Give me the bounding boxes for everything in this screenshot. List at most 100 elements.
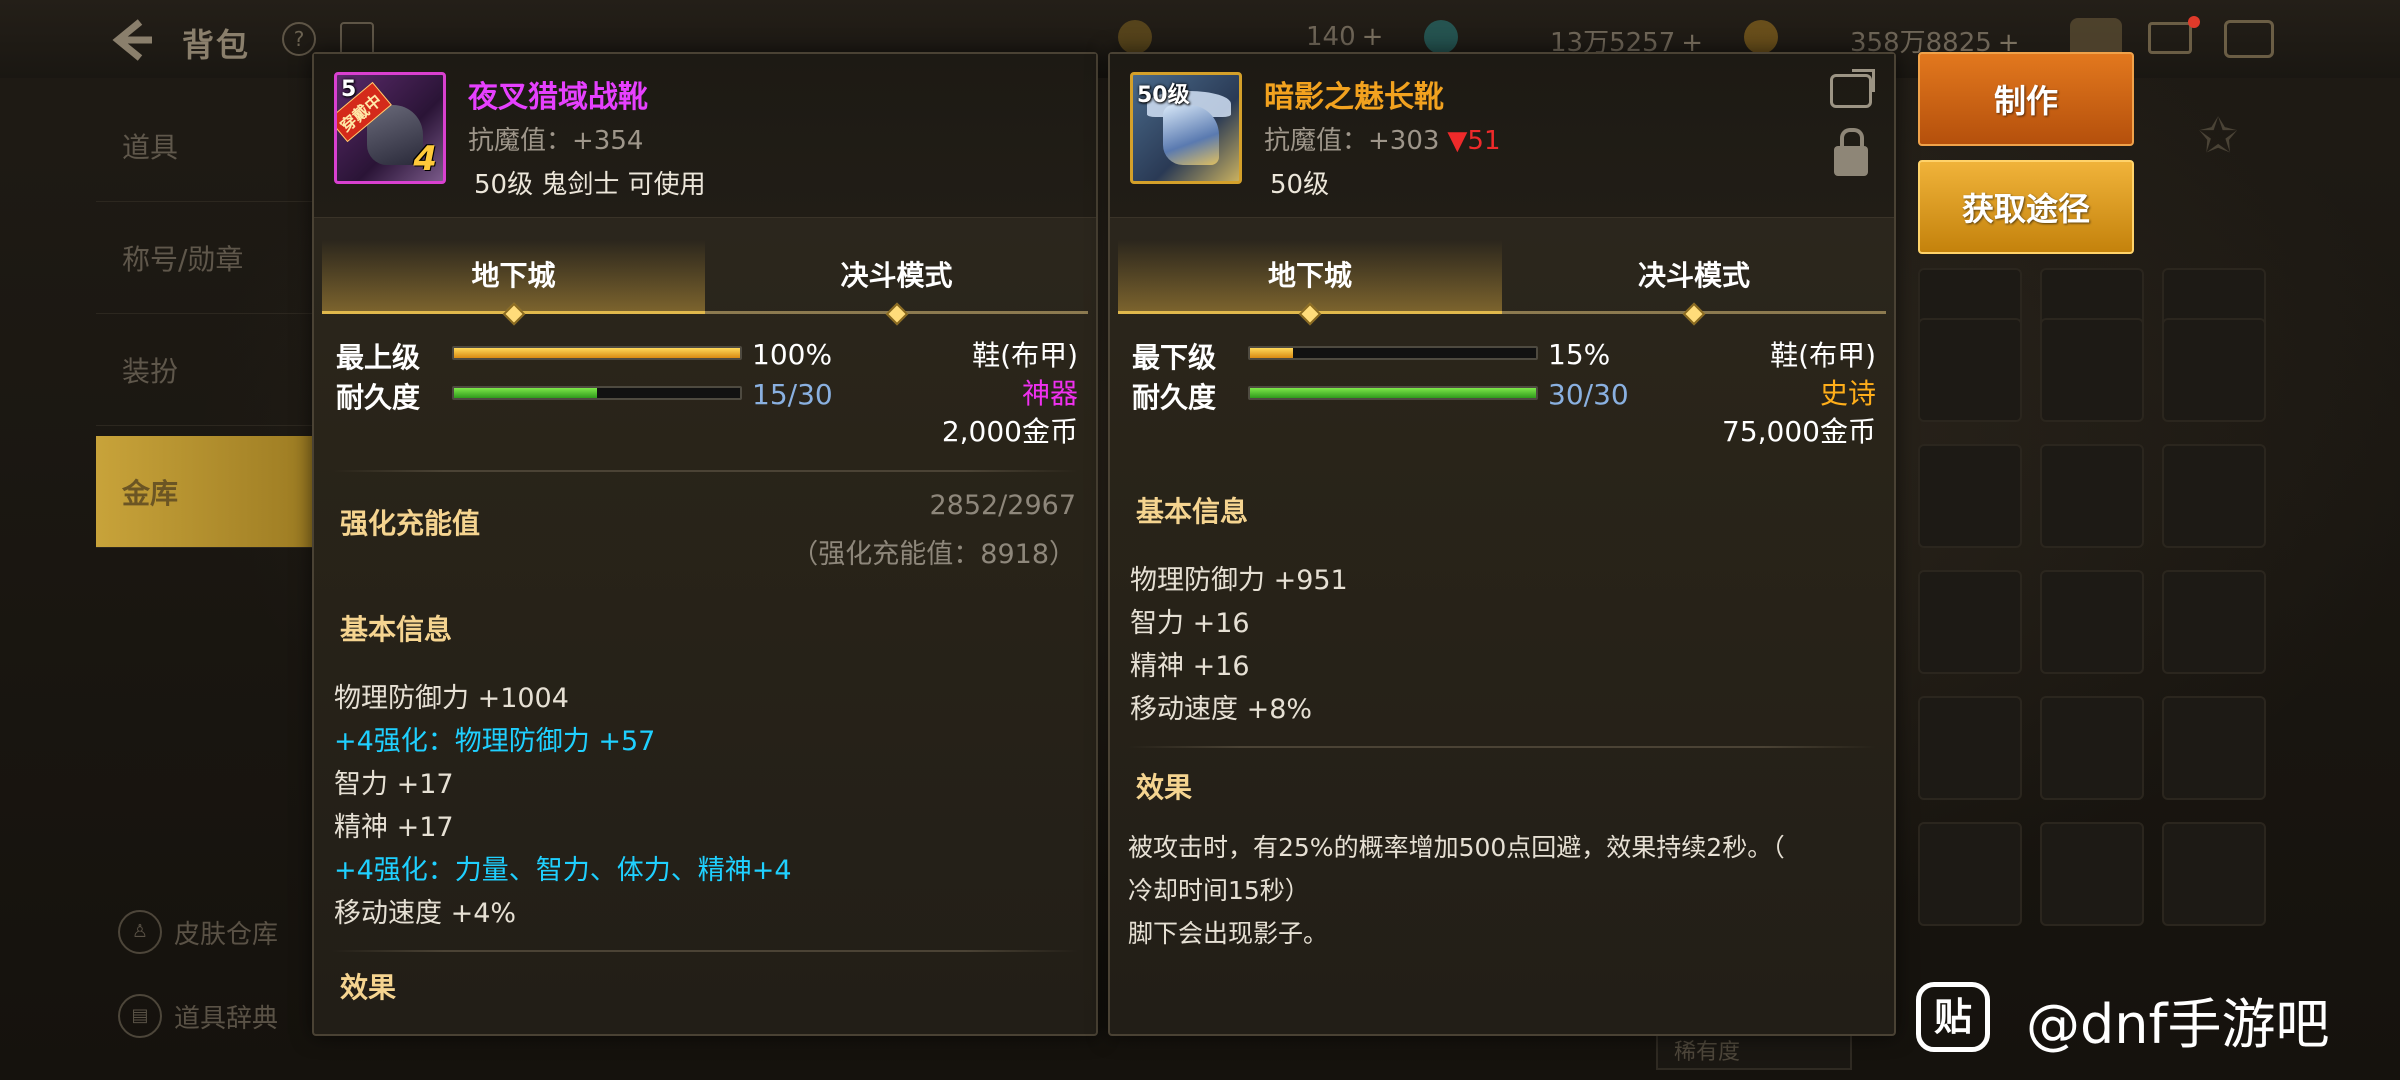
- stat-line: 智力 +16: [1130, 608, 1250, 639]
- enhance-level-badge: 4: [413, 139, 437, 179]
- sell-price: 75,000金币: [1722, 415, 1876, 448]
- sidebar-item-label: 道具: [122, 130, 179, 164]
- resist-diff: ▼51: [1447, 126, 1501, 156]
- inventory-slot[interactable]: [2162, 570, 2266, 674]
- item-header: 50级 暗影之魅长靴 抗魔值：+303 ▼51 50级: [1110, 54, 1894, 218]
- inventory-slot[interactable]: [1918, 570, 2022, 674]
- boot-icon: [1163, 105, 1219, 165]
- tab-pvp[interactable]: 决斗模式: [705, 240, 1088, 326]
- stat-line: 物理防御力 +1004: [334, 683, 569, 714]
- stat-line: 物理防御力 +951: [1130, 565, 1348, 596]
- durability-label: 耐久度: [336, 381, 421, 414]
- watermark-text: @dnf手游吧: [2026, 993, 2330, 1056]
- item-header: 5 穿戴中 4 夜叉猎域战靴 抗魔值：+354 50级 鬼剑士 可使用: [314, 54, 1096, 218]
- sidebar-item-vault[interactable]: 金库: [96, 436, 314, 548]
- magic-resist: 抗魔值：+354: [468, 126, 644, 156]
- resource-1: 140 +: [1306, 22, 1384, 52]
- inventory-slot[interactable]: [1918, 696, 2022, 800]
- divider: [1128, 746, 1876, 748]
- inventory-slot[interactable]: [2162, 822, 2266, 926]
- sidebar-item-titles[interactable]: 称号/勋章: [96, 202, 314, 314]
- skin-storage-button[interactable]: ♙ 皮肤仓库: [118, 910, 278, 954]
- item-icon: 5 穿戴中 4: [334, 72, 446, 184]
- mail-icon[interactable]: [2148, 22, 2192, 54]
- tab-dungeon[interactable]: 地下城: [1118, 240, 1502, 326]
- sell-price: 2,000金币: [941, 415, 1078, 448]
- charge-note: （强化充能值：8918）: [791, 539, 1076, 570]
- item-icon: 50级: [1130, 72, 1242, 184]
- effect-line: 冷却时间15秒）: [1128, 876, 1310, 905]
- effect-title: 效果: [340, 971, 397, 1004]
- inventory-slot[interactable]: [2040, 444, 2144, 548]
- compared-item-tooltip: 50级 暗影之魅长靴 抗魔值：+303 ▼51 50级 地下城 决斗模式 最下级 …: [1108, 52, 1896, 1036]
- skin-storage-label: 皮肤仓库: [174, 919, 279, 950]
- magic-resist: 抗魔值：+303 ▼51: [1264, 120, 1501, 157]
- item-dictionary-label: 道具辞典: [174, 1003, 279, 1034]
- chat-icon[interactable]: [2224, 20, 2274, 58]
- tab-label: 地下城: [1267, 259, 1352, 292]
- rarity-grade: 神器: [1021, 377, 1078, 410]
- stat-line: 精神 +17: [334, 812, 454, 843]
- coin-icon: [1118, 20, 1152, 54]
- obtain-source-button[interactable]: 获取途径: [1918, 160, 2134, 254]
- charge-title: 强化充能值: [340, 507, 481, 540]
- basic-info-title: 基本信息: [1136, 495, 1249, 528]
- inventory-slot[interactable]: [2040, 318, 2144, 422]
- durability-bar: [1248, 386, 1538, 400]
- tab-diamond-icon: [1682, 302, 1706, 326]
- durability-bar: [452, 386, 742, 400]
- sidebar: 道具 称号/勋章 装扮 金库: [96, 90, 314, 548]
- share-icon[interactable]: [1830, 74, 1872, 108]
- item-name: 夜叉猎域战靴: [468, 80, 648, 115]
- level-tag: 50级: [1137, 83, 1190, 108]
- stat-line: 智力 +17: [334, 769, 454, 800]
- tab-dungeon[interactable]: 地下城: [322, 240, 705, 326]
- mode-tabs: 地下城 决斗模式: [1118, 240, 1886, 326]
- gem-icon: [1424, 20, 1458, 54]
- sidebar-item-items[interactable]: 道具: [96, 90, 314, 202]
- grade-bar-fill: [1250, 348, 1293, 358]
- durability-bar-fill: [1250, 388, 1536, 398]
- enhance-stat-line: +4强化：物理防御力 +57: [334, 726, 656, 757]
- magic-resist-value: 抗魔值：+303: [1264, 126, 1440, 156]
- inventory-slot[interactable]: [2162, 696, 2266, 800]
- favorite-star-icon[interactable]: ✩: [2198, 108, 2238, 164]
- help-icon[interactable]: ?: [282, 22, 316, 56]
- inventory-slot[interactable]: [2162, 318, 2266, 422]
- tab-pvp[interactable]: 决斗模式: [1502, 240, 1886, 326]
- inventory-slot[interactable]: [1918, 822, 2022, 926]
- craft-button[interactable]: 制作: [1918, 52, 2134, 146]
- inventory-slot[interactable]: [1918, 444, 2022, 548]
- basic-info-title: 基本信息: [340, 613, 453, 646]
- durability-bar-fill: [454, 388, 597, 398]
- stat-line: 精神 +16: [1130, 651, 1250, 682]
- sidebar-item-label: 金库: [122, 476, 179, 510]
- grade-label: 最下级: [1132, 341, 1217, 374]
- grade-value: 100%: [752, 338, 833, 371]
- sidebar-item-avatar[interactable]: 装扮: [96, 314, 314, 426]
- tab-label: 地下城: [471, 259, 556, 292]
- layout-icon[interactable]: [340, 22, 374, 56]
- tab-diamond-icon: [1298, 302, 1322, 326]
- tab-label: 决斗模式: [1637, 259, 1750, 292]
- grade-bar: [452, 346, 742, 360]
- slot-type: 鞋(布甲): [972, 339, 1078, 372]
- grade-value: 15%: [1548, 338, 1611, 371]
- inventory-slot[interactable]: [1918, 318, 2022, 422]
- tab-label: 决斗模式: [840, 259, 953, 292]
- inventory-slot[interactable]: [2040, 696, 2144, 800]
- mode-tabs: 地下城 决斗模式: [322, 240, 1088, 326]
- inventory-slot[interactable]: [2040, 570, 2144, 674]
- back-arrow-icon[interactable]: [110, 18, 154, 62]
- item-dictionary-button[interactable]: ▤ 道具辞典: [118, 994, 278, 1038]
- requirement: 50级 鬼剑士 可使用: [474, 170, 706, 200]
- inventory-slot[interactable]: [2162, 444, 2266, 548]
- rarity-grade: 史诗: [1819, 377, 1876, 410]
- grade-bar: [1248, 346, 1538, 360]
- grade-bar-fill: [454, 348, 740, 358]
- effect-title: 效果: [1136, 771, 1193, 804]
- lock-icon[interactable]: [1834, 128, 1868, 176]
- notification-dot: [2188, 16, 2200, 28]
- stat-line: 移动速度 +4%: [334, 898, 517, 929]
- inventory-slot[interactable]: [2040, 822, 2144, 926]
